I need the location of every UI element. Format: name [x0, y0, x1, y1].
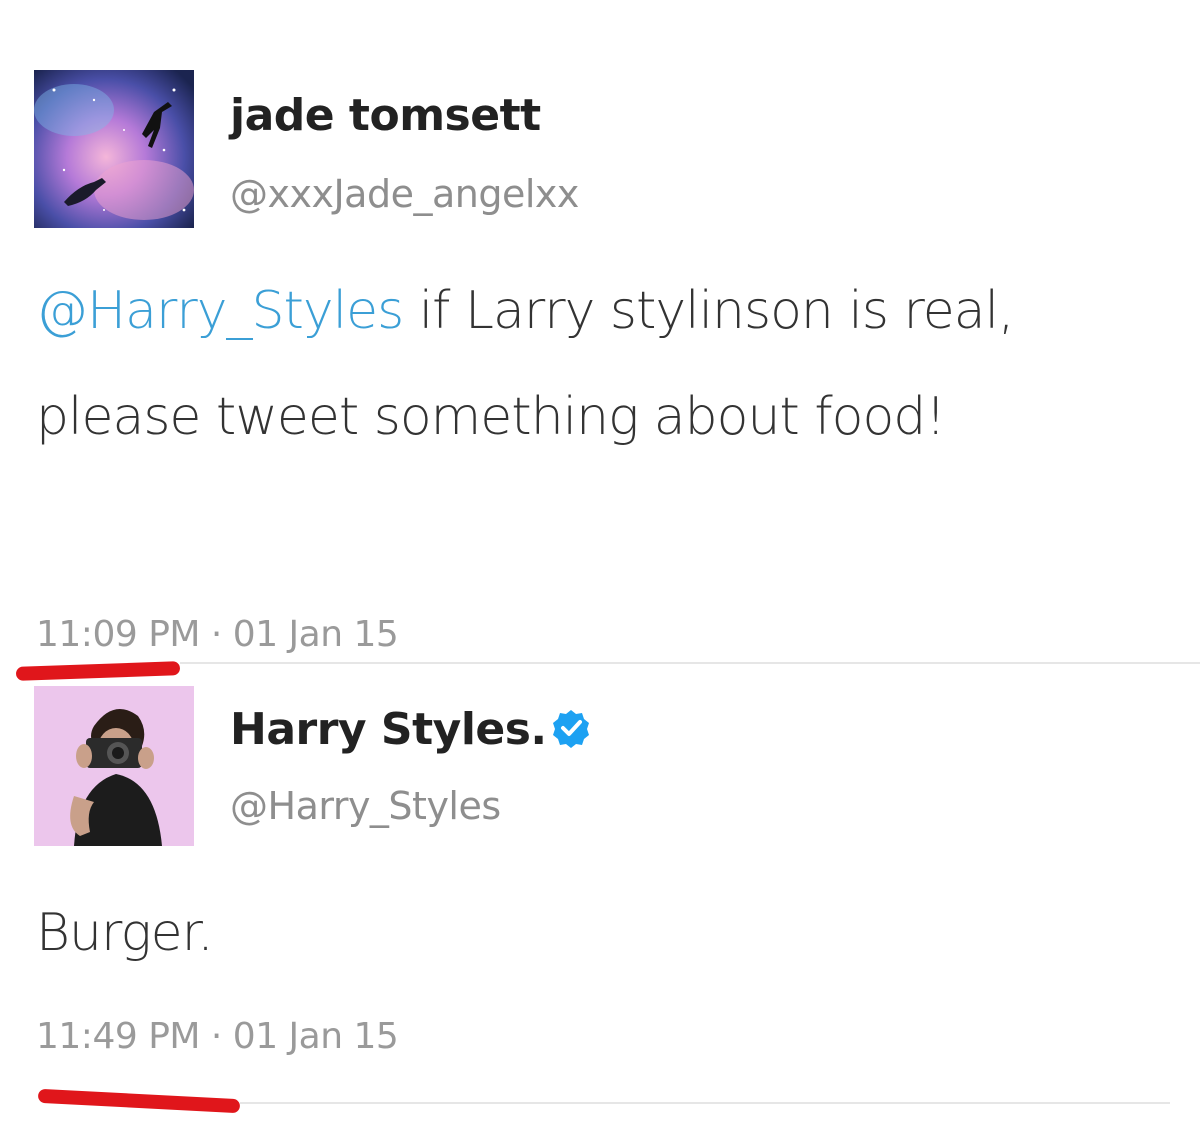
tweet-text: @Harry_Styles if Larry stylinson is real…: [36, 258, 1146, 470]
camera-photo-avatar-icon: [34, 686, 194, 846]
verified-badge-icon: [552, 710, 589, 748]
user-handle[interactable]: @xxxJade_angelxx: [230, 172, 579, 216]
tweet-jade: jade tomsett @xxxJade_angelxx @Harry_Sty…: [0, 0, 1200, 681]
divider: [240, 1102, 1170, 1104]
timestamp[interactable]: 11:49 PM · 01 Jan 15: [36, 1016, 399, 1057]
avatar[interactable]: [34, 70, 194, 228]
galaxy-avatar-icon: [34, 70, 194, 228]
timestamp[interactable]: 11:09 PM · 01 Jan 15: [36, 614, 399, 655]
avatar[interactable]: [34, 686, 194, 846]
tweet-text: Burger.: [36, 903, 214, 963]
mention-link[interactable]: @Harry_Styles: [36, 281, 404, 341]
red-underline-annotation: [37, 1088, 241, 1114]
display-name[interactable]: jade tomsett: [230, 90, 541, 141]
display-name[interactable]: Harry Styles.: [230, 704, 591, 755]
tweet-harry: Harry Styles. @Harry_Styles Burger. 11:4…: [0, 664, 1200, 1134]
user-handle[interactable]: @Harry_Styles: [230, 784, 501, 828]
display-name-text[interactable]: Harry Styles.: [230, 704, 547, 755]
